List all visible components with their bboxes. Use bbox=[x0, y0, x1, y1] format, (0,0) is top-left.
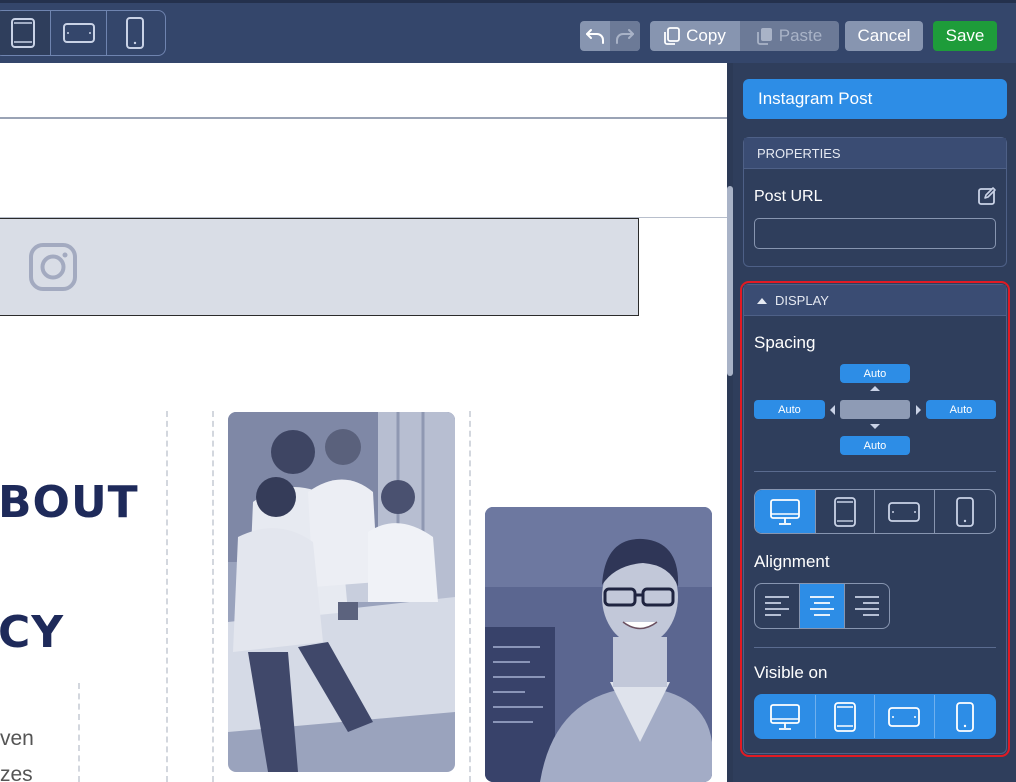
post-url-input[interactable] bbox=[754, 218, 996, 249]
device-tab-phone[interactable] bbox=[935, 490, 995, 533]
copy-paste-group: Copy Paste bbox=[650, 21, 839, 51]
section-divider bbox=[754, 647, 996, 648]
properties-header[interactable]: PROPERTIES bbox=[744, 138, 1006, 169]
desktop-icon bbox=[769, 703, 800, 730]
portrait-photo bbox=[485, 507, 712, 782]
desktop-icon bbox=[769, 498, 800, 525]
phone-icon bbox=[126, 17, 144, 49]
properties-panel: PROPERTIES Post URL bbox=[743, 137, 1007, 267]
section-divider bbox=[0, 117, 727, 119]
align-left-button[interactable] bbox=[755, 584, 800, 628]
paste-icon bbox=[756, 28, 772, 45]
alignment-options bbox=[754, 583, 890, 629]
spacing-right-caret bbox=[916, 405, 921, 415]
paste-label: Paste bbox=[778, 26, 823, 45]
properties-header-label: PROPERTIES bbox=[757, 145, 841, 161]
undo-icon bbox=[586, 29, 604, 44]
redo-icon bbox=[616, 29, 634, 44]
preview-tablet-landscape-button[interactable] bbox=[51, 11, 107, 55]
undo-button[interactable] bbox=[580, 21, 610, 51]
align-center-icon bbox=[810, 596, 834, 616]
align-left-icon bbox=[765, 596, 789, 616]
align-center-button[interactable] bbox=[800, 584, 845, 628]
copy-label: Copy bbox=[686, 26, 726, 45]
team-meeting-photo bbox=[228, 412, 455, 772]
display-header-label: DISPLAY bbox=[775, 292, 829, 308]
spacing-left-pill[interactable]: Auto bbox=[754, 400, 825, 419]
instagram-icon bbox=[29, 243, 77, 291]
display-header[interactable]: DISPLAY bbox=[744, 285, 1006, 316]
body-text-line-2: zes bbox=[0, 763, 33, 782]
editor-canvas: BOUT CY ven zes bbox=[0, 63, 727, 782]
save-button[interactable]: Save bbox=[933, 21, 997, 51]
properties-sidebar: Instagram Post PROPERTIES Post URL DISPL… bbox=[733, 63, 1016, 782]
visible-on-devices bbox=[754, 694, 996, 739]
instagram-post-placeholder[interactable] bbox=[0, 218, 639, 316]
tablet-icon bbox=[833, 496, 856, 527]
tablet-icon bbox=[833, 701, 856, 732]
device-tabs bbox=[754, 489, 996, 534]
spacing-center-box bbox=[840, 400, 910, 419]
copy-button[interactable]: Copy bbox=[650, 21, 740, 51]
undo-redo-group bbox=[580, 21, 640, 51]
preview-tablet-button[interactable] bbox=[0, 11, 51, 55]
device-tab-tablet-landscape[interactable] bbox=[875, 490, 935, 533]
element-title-button[interactable]: Instagram Post bbox=[743, 79, 1007, 119]
visible-on-tablet[interactable] bbox=[816, 695, 875, 738]
visible-on-desktop[interactable] bbox=[755, 695, 816, 738]
column-guide bbox=[212, 411, 214, 782]
headline-line-2: CY bbox=[0, 607, 65, 658]
column-guide bbox=[78, 683, 80, 782]
section-divider bbox=[754, 471, 996, 472]
visible-on-phone[interactable] bbox=[935, 695, 995, 738]
tablet-icon bbox=[10, 18, 35, 48]
spacing-left-caret bbox=[830, 405, 835, 415]
headline-line-1: BOUT bbox=[0, 477, 139, 528]
top-toolbar: Copy Paste Cancel Save bbox=[0, 0, 1016, 63]
visible-on-label: Visible on bbox=[754, 663, 828, 682]
alignment-label: Alignment bbox=[754, 552, 830, 571]
spacing-bottom-caret bbox=[870, 424, 880, 429]
align-right-button[interactable] bbox=[845, 584, 889, 628]
column-guide bbox=[166, 411, 168, 782]
preview-device-group bbox=[0, 10, 166, 56]
column-guide bbox=[469, 411, 471, 782]
visible-on-tablet-landscape[interactable] bbox=[875, 695, 935, 738]
edit-icon[interactable] bbox=[977, 186, 997, 206]
device-tab-desktop[interactable] bbox=[755, 490, 816, 533]
phone-icon bbox=[955, 496, 974, 527]
tablet-landscape-icon bbox=[62, 23, 95, 43]
cancel-button[interactable]: Cancel bbox=[845, 21, 923, 51]
tablet-landscape-icon bbox=[888, 501, 921, 522]
paste-button[interactable]: Paste bbox=[740, 21, 839, 51]
spacing-top-pill[interactable]: Auto bbox=[840, 364, 910, 383]
spacing-right-pill[interactable]: Auto bbox=[926, 400, 996, 419]
body-text-line-1: ven bbox=[0, 727, 34, 750]
device-tab-tablet[interactable] bbox=[816, 490, 875, 533]
align-right-icon bbox=[855, 596, 879, 616]
copy-icon bbox=[664, 27, 681, 45]
preview-phone-button[interactable] bbox=[107, 11, 163, 55]
display-panel: DISPLAY Spacing Auto Auto Auto Auto Alig… bbox=[740, 281, 1010, 757]
tablet-landscape-icon bbox=[888, 706, 921, 727]
spacing-bottom-pill[interactable]: Auto bbox=[840, 436, 910, 455]
phone-icon bbox=[955, 701, 974, 732]
caret-up-icon bbox=[757, 297, 767, 304]
spacing-label: Spacing bbox=[754, 333, 816, 352]
redo-button[interactable] bbox=[610, 21, 640, 51]
post-url-label: Post URL bbox=[754, 188, 823, 205]
spacing-top-caret bbox=[870, 386, 880, 391]
